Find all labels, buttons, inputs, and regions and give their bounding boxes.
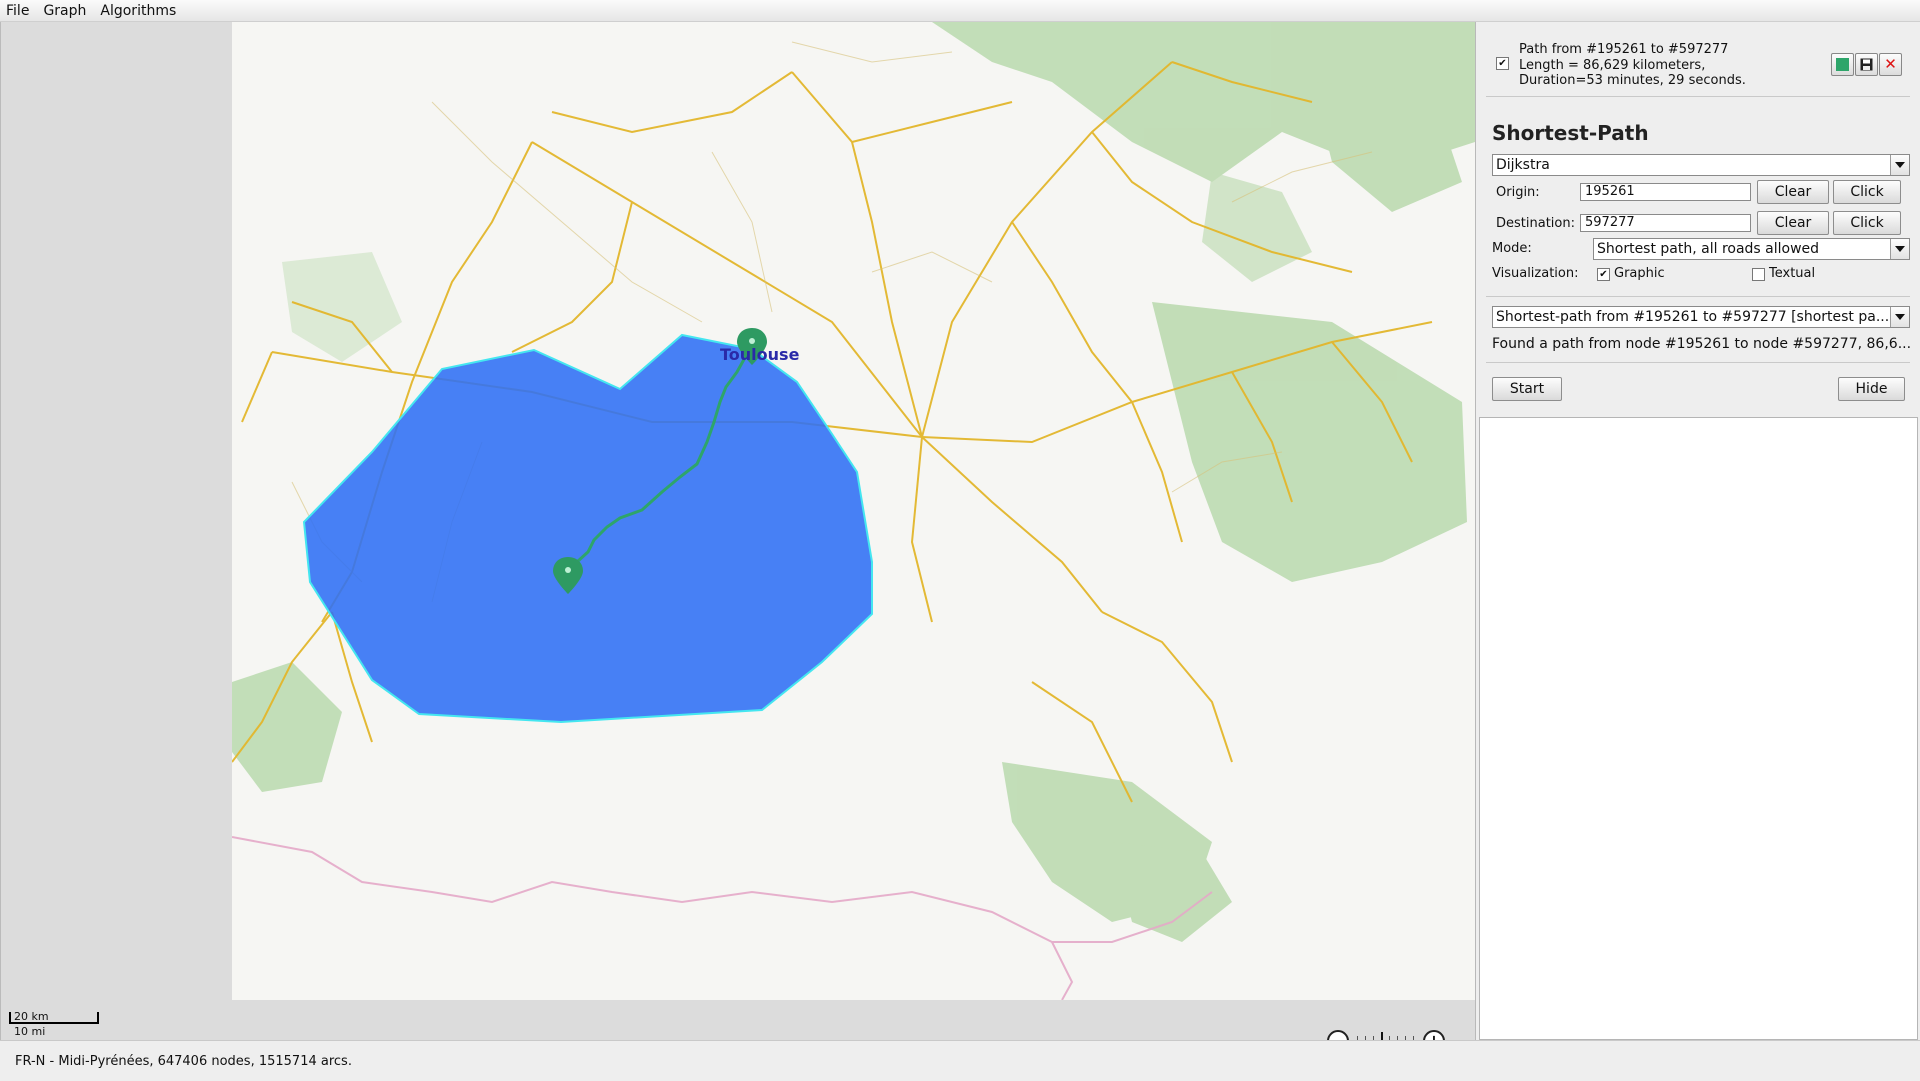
menu-file[interactable]: File (0, 3, 36, 19)
origin-clear-button[interactable]: Clear (1757, 180, 1829, 204)
algorithm-value: Dijkstra (1496, 157, 1550, 173)
destination-label: Destination: (1496, 216, 1575, 231)
origin-click-button[interactable]: Click (1833, 180, 1901, 204)
origin-label: Origin: (1496, 185, 1540, 200)
path-entry-title: Path from #195261 to #597277 (1519, 42, 1729, 57)
save-icon (1860, 58, 1873, 71)
destination-clear-button[interactable]: Clear (1757, 211, 1829, 235)
menu-graph[interactable]: Graph (36, 3, 93, 19)
remove-path-button[interactable]: ✕ (1879, 53, 1902, 76)
mode-select[interactable]: Shortest path, all roads allowed (1593, 238, 1910, 260)
menu-algorithms[interactable]: Algorithms (93, 3, 183, 19)
graphic-label: Graphic (1614, 266, 1665, 281)
origin-field[interactable]: 195261 (1580, 183, 1751, 201)
chevron-down-icon[interactable] (1890, 239, 1909, 259)
scale-km-label: 20 km (14, 1010, 49, 1023)
scale-bar: 20 km 10 mi (9, 1007, 101, 1043)
start-button[interactable]: Start (1492, 377, 1562, 401)
city-label-toulouse: Toulouse (720, 345, 800, 364)
scale-mi-label: 10 mi (14, 1025, 46, 1038)
path-color-button[interactable] (1831, 53, 1854, 76)
solution-select-value: Shortest-path from #195261 to #597277 [s… (1496, 309, 1890, 325)
results-area[interactable] (1479, 417, 1918, 1040)
status-text: FR-N - Midi-Pyrénées, 647406 nodes, 1515… (15, 1054, 352, 1069)
separator (1486, 96, 1910, 97)
chevron-down-icon[interactable] (1890, 155, 1909, 175)
hide-button[interactable]: Hide (1838, 377, 1905, 401)
status-bar: FR-N - Midi-Pyrénées, 647406 nodes, 1515… (0, 1040, 1920, 1081)
textual-checkbox[interactable] (1752, 268, 1765, 281)
textual-label: Textual (1769, 266, 1816, 281)
graphic-checkbox[interactable]: ✔ (1597, 268, 1610, 281)
destination-click-button[interactable]: Click (1833, 211, 1901, 235)
side-panel: ✔ Path from #195261 to #597277 Length = … (1476, 22, 1920, 1040)
solution-text: Found a path from node #195261 to node #… (1492, 336, 1912, 352)
path-overlay-entry: ✔ Path from #195261 to #597277 Length = … (1476, 22, 1920, 90)
panel-title: Shortest-Path (1492, 121, 1649, 145)
visualization-label: Visualization: (1492, 266, 1579, 281)
solution-select[interactable]: Shortest-path from #195261 to #597277 [s… (1492, 306, 1910, 328)
menu-bar: File Graph Algorithms (0, 0, 1920, 22)
path-visible-checkbox[interactable]: ✔ (1496, 57, 1509, 70)
path-entry-description: Length = 86,629 kilometers, Duration=53 … (1519, 58, 1746, 88)
destination-field[interactable]: 597277 (1580, 214, 1751, 232)
chevron-down-icon[interactable] (1890, 307, 1909, 327)
separator (1486, 362, 1910, 363)
color-swatch-icon (1836, 58, 1849, 71)
separator (1486, 296, 1910, 297)
mode-label: Mode: (1492, 241, 1532, 256)
map-canvas[interactable]: Toulouse (232, 22, 1475, 1000)
algorithm-select[interactable]: Dijkstra (1492, 154, 1910, 176)
save-path-button[interactable] (1855, 53, 1878, 76)
close-icon: ✕ (1884, 55, 1897, 73)
mode-value: Shortest path, all roads allowed (1597, 241, 1820, 257)
map-panel[interactable]: Toulouse 20 km 10 mi − + (0, 22, 1476, 1052)
